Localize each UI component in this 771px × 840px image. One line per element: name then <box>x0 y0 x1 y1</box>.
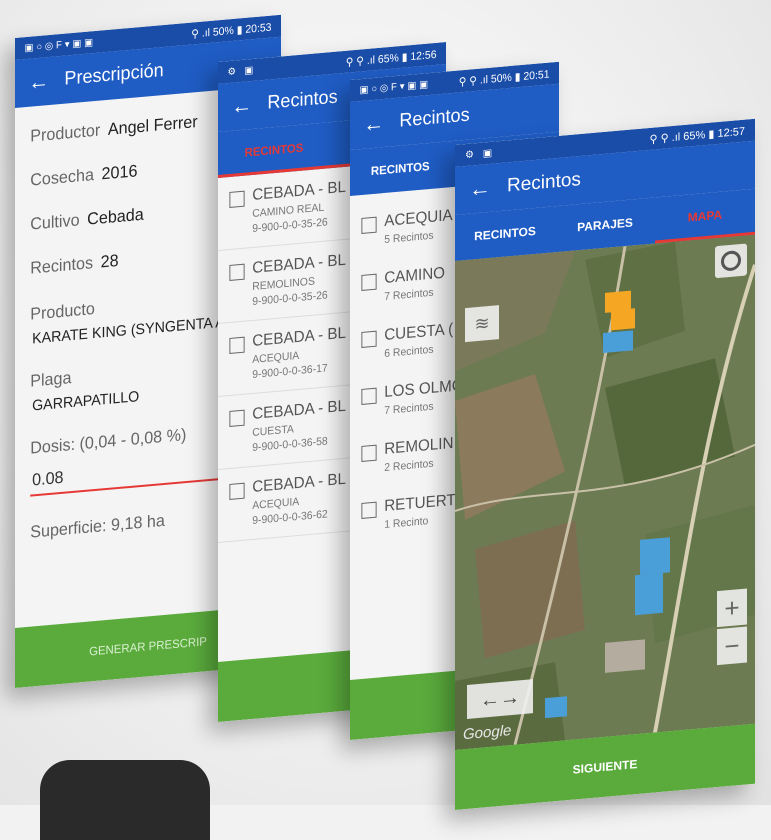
layers-icon: ≋ <box>474 312 490 334</box>
field-value: Cebada <box>87 204 144 229</box>
field-value: Angel Ferrer <box>107 112 198 139</box>
item-count: 5 Recintos <box>384 229 434 247</box>
notification-icons: ⚙ ▣ <box>465 146 496 161</box>
phone-device <box>40 760 210 840</box>
field-value: 28 <box>100 250 119 272</box>
item-title: CUESTA ( <box>384 320 454 345</box>
checkbox[interactable] <box>229 336 245 355</box>
item-count: 7 Recintos <box>384 286 434 304</box>
back-arrow-icon[interactable]: ← <box>469 175 491 203</box>
checkbox[interactable] <box>361 387 377 406</box>
page-title: Recintos <box>267 86 338 114</box>
screen-mapa: ⚙ ▣ ⚲ ⚲ .ıl 65% ▮ 12:57 ← Recintos RECIN… <box>455 118 755 810</box>
parcel-orange <box>611 308 635 331</box>
checkbox[interactable] <box>229 409 245 428</box>
zoom-in-button[interactable]: + <box>717 588 747 628</box>
pan-arrows-button[interactable]: ←→ <box>467 679 533 719</box>
parcel-blue <box>545 696 567 719</box>
item-title: RETUERT <box>384 491 456 516</box>
checkbox[interactable] <box>229 482 245 501</box>
checkbox[interactable] <box>361 216 377 235</box>
field-label: Cultivo <box>30 210 80 234</box>
notification-icons: ▣○◎F▾▣▣ <box>24 36 96 54</box>
map-canvas <box>455 234 755 750</box>
checkbox[interactable] <box>361 330 377 349</box>
page-title: Recintos <box>399 104 470 132</box>
page-title: Recintos <box>507 168 581 197</box>
field-label: Productor <box>30 120 101 146</box>
satellite-map[interactable]: ≋ + − ←→ Google <box>455 234 755 750</box>
parcel-blue <box>640 537 670 575</box>
parcel-blue <box>635 572 663 616</box>
field-value: 2016 <box>101 161 138 184</box>
notification-icons: ▣○◎F▾▣▣ <box>359 78 431 96</box>
item-count: 1 Recinto <box>384 515 429 532</box>
checkbox[interactable] <box>361 273 377 292</box>
checkbox[interactable] <box>229 263 245 282</box>
back-arrow-icon[interactable]: ← <box>231 92 252 120</box>
status-info: ⚲ .ıl 50% ▮ 20:53 <box>191 21 272 41</box>
checkbox[interactable] <box>229 190 245 209</box>
back-arrow-icon[interactable]: ← <box>363 110 384 138</box>
notification-icons: ⚙ ▣ <box>227 64 257 78</box>
layers-button[interactable]: ≋ <box>465 305 499 343</box>
field-label: Cosecha <box>30 165 94 190</box>
item-title: ACEQUIA <box>384 207 453 231</box>
item-title: CAMINO <box>384 264 445 288</box>
item-title: REMOLIN <box>384 434 454 459</box>
back-arrow-icon[interactable]: ← <box>28 68 49 96</box>
item-count: 6 Recintos <box>384 343 434 361</box>
zoom-out-button[interactable]: − <box>717 626 747 666</box>
checkbox[interactable] <box>361 501 377 520</box>
checkbox[interactable] <box>361 444 377 463</box>
location-target-icon <box>721 249 741 272</box>
parcel-blue <box>603 330 633 354</box>
item-count: 2 Recintos <box>384 457 434 475</box>
field-label: Recintos <box>30 253 94 278</box>
page-title: Prescripción <box>64 59 164 90</box>
my-location-button[interactable] <box>715 243 747 279</box>
village-area <box>605 639 645 673</box>
